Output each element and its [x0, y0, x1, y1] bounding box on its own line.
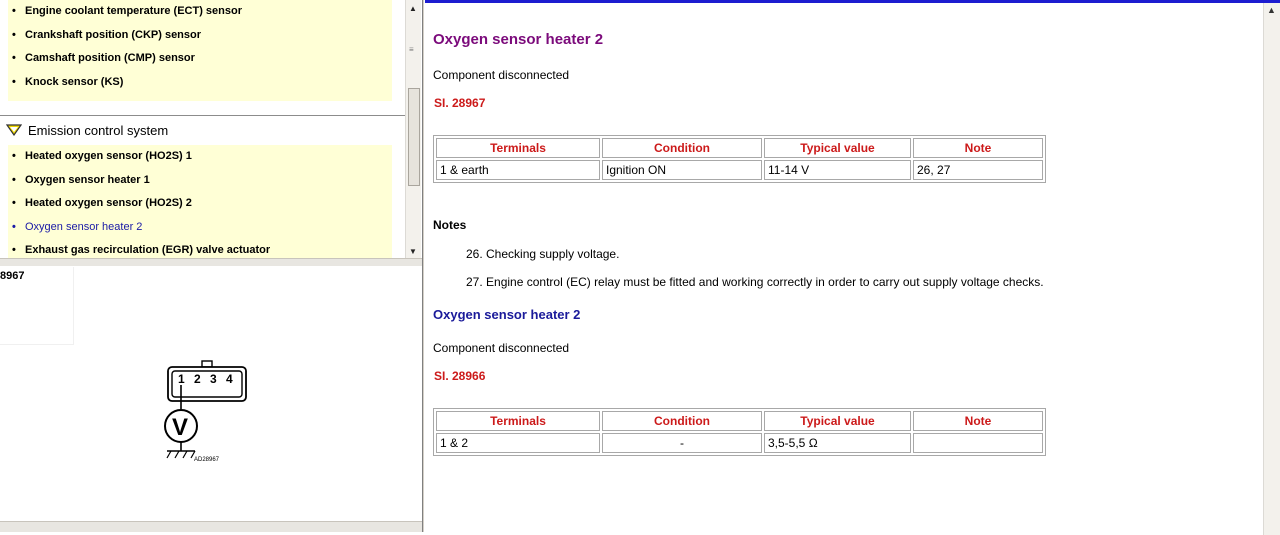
diagram-ref-label: 8967 [0, 270, 25, 282]
cell-note: 26, 27 [913, 160, 1043, 180]
pin-1-label: 1 [178, 372, 185, 386]
cell-typical-value: 3,5-5,5 Ω [764, 433, 911, 453]
table-header-row: Terminals Condition Typical value Note [436, 138, 1043, 158]
nav-item-o2-heater-2[interactable]: Oxygen sensor heater 2 [8, 216, 392, 240]
scroll-thumb[interactable] [408, 88, 420, 186]
nav-item-ckp-sensor[interactable]: Crankshaft position (CKP) sensor [8, 24, 392, 48]
connector-diagram: 1 2 3 4 V AD28967 [164, 360, 247, 463]
nav-item-cmp-sensor[interactable]: Camshaft position (CMP) sensor [8, 47, 392, 71]
diagram-code: AD28967 [194, 457, 220, 463]
note-26: 26. Checking supply voltage. [466, 247, 620, 261]
nav-group-emission-items: Heated oxygen sensor (HO2S) 1 Oxygen sen… [8, 145, 392, 258]
section2-values-table: Terminals Condition Typical value Note 1… [433, 408, 1046, 456]
expand-arrow-icon [6, 124, 22, 136]
note-27: 27. Engine control (EC) relay must be fi… [466, 275, 1044, 289]
cell-typical-value: 11-14 V [764, 160, 911, 180]
col-condition: Condition [602, 411, 762, 431]
content-pane: Oxygen sensor heater 2 Component disconn… [425, 0, 1280, 535]
scroll-grip-icon: ≡ [409, 45, 414, 54]
col-terminals: Terminals [436, 138, 600, 158]
col-typical-value: Typical value [764, 411, 911, 431]
section2-status: Component disconnected [433, 341, 570, 355]
table-row: 1 & earth Ignition ON 11-14 V 26, 27 [436, 160, 1043, 180]
nav-scrollbar[interactable]: ▲ ≡ ▼ [405, 0, 421, 258]
cell-condition: - [602, 433, 762, 453]
pin-4-label: 4 [226, 372, 233, 386]
section2-si-link[interactable]: SI. 28966 [434, 369, 485, 383]
navigation-tree: Engine coolant temperature (ECT) sensor … [0, 0, 405, 258]
nav-item-knock-sensor[interactable]: Knock sensor (KS) [8, 71, 392, 95]
nav-group-engine-sensors: Engine coolant temperature (ECT) sensor … [8, 0, 392, 101]
col-note: Note [913, 138, 1043, 158]
nav-item-ho2s-2[interactable]: Heated oxygen sensor (HO2S) 2 [8, 192, 392, 216]
pin-2-label: 2 [194, 372, 201, 386]
nav-item-ect-sensor[interactable]: Engine coolant temperature (ECT) sensor [8, 0, 392, 24]
col-note: Note [913, 411, 1043, 431]
left-pane: Engine coolant temperature (ECT) sensor … [0, 0, 422, 532]
nav-item-egr-valve[interactable]: Exhaust gas recirculation (EGR) valve ac… [8, 239, 392, 258]
col-condition: Condition [602, 138, 762, 158]
nav-group-title: Emission control system [28, 123, 169, 138]
horizontal-splitter[interactable] [0, 258, 422, 267]
section1-si-link[interactable]: SI. 28967 [434, 96, 485, 110]
col-terminals: Terminals [436, 411, 600, 431]
nav-item-ho2s-1[interactable]: Heated oxygen sensor (HO2S) 1 [8, 145, 392, 169]
scroll-up-icon[interactable]: ▲ [1267, 5, 1276, 15]
section-subtitle: Oxygen sensor heater 2 [433, 307, 581, 322]
section1-status: Component disconnected [433, 68, 570, 82]
left-bottom-bar [0, 521, 422, 532]
cell-note [913, 433, 1043, 453]
voltmeter-symbol: V [172, 414, 188, 441]
nav-group-header-emission[interactable]: Emission control system [0, 115, 405, 145]
diagram-panel: 8967 1 2 3 4 V AD28967 [0, 267, 422, 521]
notes-heading: Notes [433, 218, 467, 232]
cell-terminals: 1 & earth [436, 160, 600, 180]
scroll-up-icon[interactable]: ▲ [409, 4, 417, 13]
table-row: 1 & 2 - 3,5-5,5 Ω [436, 433, 1043, 453]
cell-condition: Ignition ON [602, 160, 762, 180]
scroll-down-icon[interactable]: ▼ [409, 247, 417, 256]
table-header-row: Terminals Condition Typical value Note [436, 411, 1043, 431]
col-typical-value: Typical value [764, 138, 911, 158]
page-title: Oxygen sensor heater 2 [433, 31, 604, 48]
section1-values-table: Terminals Condition Typical value Note 1… [433, 135, 1046, 183]
content-scrollbar[interactable]: ▲ [1263, 3, 1280, 535]
nav-item-o2-heater-1[interactable]: Oxygen sensor heater 1 [8, 169, 392, 193]
pin-3-label: 3 [210, 372, 217, 386]
cell-terminals: 1 & 2 [436, 433, 600, 453]
